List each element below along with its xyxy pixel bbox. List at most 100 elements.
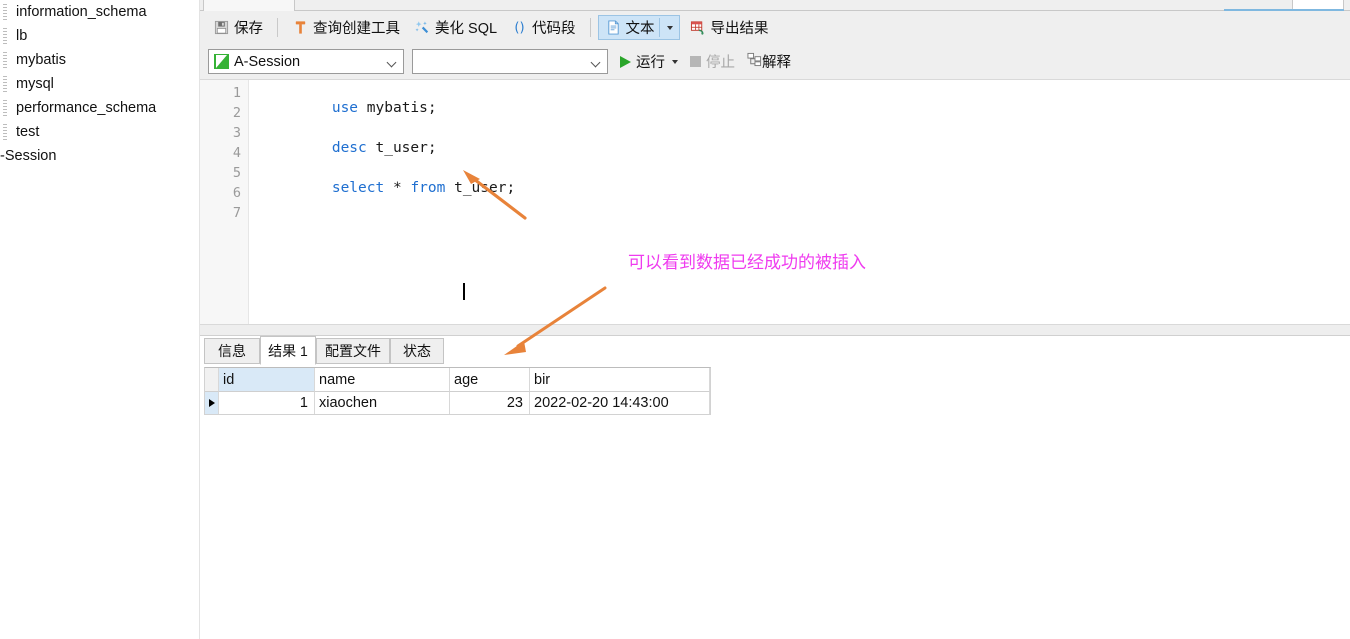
column-header-age[interactable]: age — [450, 368, 530, 392]
cell-id[interactable]: 1 — [219, 392, 315, 414]
line-number: 1 — [232, 85, 241, 101]
beautify-sql-label: 美化 SQL — [435, 21, 498, 37]
column-header-bir[interactable]: bir — [530, 368, 710, 392]
play-icon[interactable] — [620, 55, 631, 68]
annotation-note: 可以看到数据已经成功的被插入 — [628, 253, 866, 273]
database-icon — [3, 100, 7, 116]
toolbar-separator — [277, 18, 278, 37]
column-header-id[interactable]: id — [219, 368, 315, 392]
parentheses-icon: () — [511, 19, 528, 36]
database-icon — [3, 52, 7, 68]
export-result-button[interactable]: 导出结果 — [683, 15, 776, 40]
results-grid[interactable]: id name age bir 1 xiaochen 23 2022-02-20… — [204, 367, 711, 415]
sql-text: mybatis; — [358, 100, 437, 116]
session-select[interactable]: A-Session — [208, 49, 404, 74]
t-tool-icon — [292, 19, 309, 36]
main-panel: 保存 查询创建工具 美化 SQL () 代码段 文本 导出结果 A-Sessio… — [200, 0, 1350, 639]
tab-profile[interactable]: 配置文件 — [316, 338, 390, 364]
text-mode-label: 文本 — [625, 21, 655, 37]
chevron-down-icon[interactable] — [672, 59, 678, 64]
query-builder-button[interactable]: 查询创建工具 — [285, 15, 407, 40]
sql-keyword: use — [331, 100, 359, 116]
sidebar-item-performance_schema[interactable]: performance_schema — [0, 96, 199, 120]
current-row-indicator-icon — [208, 399, 215, 407]
chevron-down-icon[interactable] — [666, 25, 673, 30]
stop-button-label: 停止 — [706, 55, 735, 71]
save-label: 保存 — [234, 21, 263, 37]
sidebar-item-label: mysql — [16, 76, 54, 92]
database-icon — [3, 4, 7, 20]
code-snippet-button[interactable]: () 代码段 — [504, 15, 583, 40]
sidebar-item-session[interactable]: -Session — [0, 144, 199, 168]
row-selector-header — [205, 368, 219, 392]
session-icon — [214, 54, 229, 69]
line-number-gutter: 1 2 3 4 5 6 7 — [200, 80, 249, 325]
row-selector[interactable] — [205, 392, 219, 414]
line-number: 2 — [232, 105, 241, 121]
sidebar-item-label: information_schema — [16, 4, 147, 20]
database-icon — [3, 28, 7, 44]
text-mode-button[interactable]: 文本 — [597, 15, 680, 40]
sql-keyword: select — [331, 180, 385, 196]
database-tree-sidebar: information_schema lb mybatis mysql perf… — [0, 0, 200, 639]
cell-bir[interactable]: 2022-02-20 14:43:00 — [530, 392, 710, 414]
beautify-sql-button[interactable]: 美化 SQL — [407, 15, 504, 40]
database-select[interactable] — [412, 49, 608, 74]
code-snippet-label: 代码段 — [532, 21, 576, 37]
line-number: 4 — [232, 145, 241, 161]
chevron-down-icon[interactable] — [590, 57, 601, 68]
editor-toolbar: 保存 查询创建工具 美化 SQL () 代码段 文本 导出结果 — [200, 11, 1350, 44]
sidebar-item-label: lb — [16, 28, 28, 44]
explain-button-label[interactable]: 解释 — [762, 51, 791, 72]
annotation-arrow-to-select — [463, 170, 527, 220]
magic-wand-icon — [414, 19, 431, 36]
chevron-down-icon[interactable] — [386, 57, 397, 68]
cell-age[interactable]: 23 — [450, 392, 530, 414]
sql-editor[interactable]: 1 2 3 4 5 6 7 use mybatis; desc t_user; … — [200, 79, 1350, 325]
explain-icon — [747, 52, 762, 72]
tab-status[interactable]: 状态 — [390, 338, 444, 364]
run-button-label[interactable]: 运行 — [636, 51, 665, 72]
editor-results-splitter[interactable] — [200, 324, 1350, 336]
cell-name[interactable]: xiaochen — [315, 392, 450, 414]
database-icon — [3, 124, 7, 140]
grid-header-row: id name age bir — [205, 368, 710, 392]
sql-keyword: from — [410, 180, 446, 196]
sidebar-item-label: test — [16, 124, 40, 140]
column-header-name[interactable]: name — [315, 368, 450, 392]
table-row[interactable]: 1 xiaochen 23 2022-02-20 14:43:00 — [205, 392, 710, 414]
session-select-value: A-Session — [234, 53, 301, 70]
floppy-disk-icon — [213, 19, 230, 36]
tab-label: 信息 — [218, 343, 246, 359]
sidebar-item-label: performance_schema — [16, 100, 157, 116]
tab-info[interactable]: 信息 — [204, 338, 260, 364]
sidebar-item-label: mybatis — [16, 52, 66, 68]
session-toolbar: A-Session 运行 停止 解释 — [200, 44, 1350, 79]
tab-result-1[interactable]: 结果 1 — [260, 336, 316, 365]
sidebar-item-mybatis[interactable]: mybatis — [0, 48, 199, 72]
sidebar-item-mysql[interactable]: mysql — [0, 72, 199, 96]
query-builder-label: 查询创建工具 — [313, 21, 400, 37]
editor-tab[interactable] — [203, 0, 295, 11]
annotation-arrow-to-grid — [504, 286, 607, 355]
sidebar-item-lb[interactable]: lb — [0, 24, 199, 48]
stop-icon — [690, 56, 701, 67]
tab-label: 结果 1 — [268, 342, 308, 359]
export-result-label: 导出结果 — [710, 21, 769, 37]
results-tab-bar: 信息 结果 1 配置文件 状态 — [200, 336, 1350, 365]
sql-text: t_user; — [366, 140, 437, 156]
document-icon — [605, 19, 622, 36]
execution-controls: 运行 停止 解释 — [620, 51, 791, 72]
line-number: 7 — [232, 205, 241, 221]
tab-label: 配置文件 — [325, 343, 381, 359]
save-button[interactable]: 保存 — [206, 15, 270, 40]
sql-keyword: desc — [331, 140, 367, 156]
database-icon — [3, 76, 7, 92]
sidebar-item-test[interactable]: test — [0, 120, 199, 144]
pl-sql-client-window: information_schema lb mybatis mysql perf… — [0, 0, 1350, 639]
sidebar-item-label: -Session — [0, 148, 57, 164]
button-split-divider — [658, 18, 660, 37]
sidebar-item-information_schema[interactable]: information_schema — [0, 0, 199, 24]
line-number: 6 — [232, 185, 241, 201]
line-number: 3 — [232, 125, 241, 141]
